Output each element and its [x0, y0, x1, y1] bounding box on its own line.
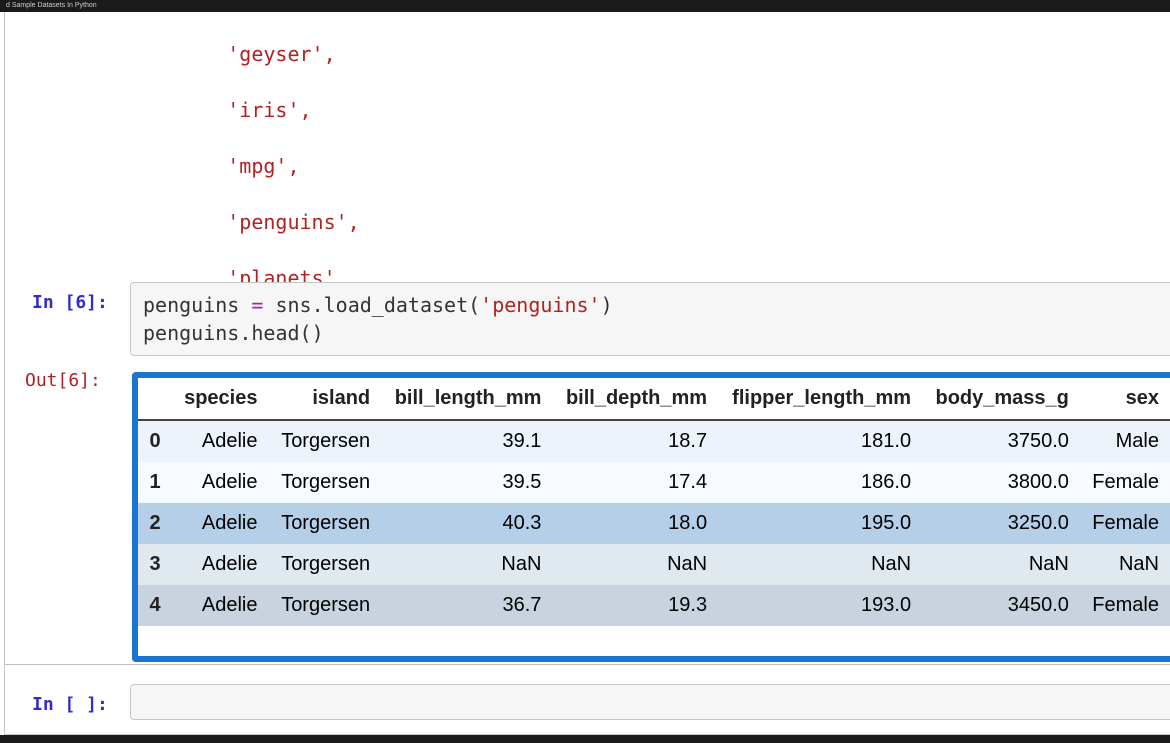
cell: 181.0 [718, 420, 922, 462]
cell: 18.0 [552, 503, 718, 544]
input-prompt-empty: In [ ]: [32, 694, 108, 715]
cell: Torgersen [268, 420, 381, 462]
cell: NaN [718, 544, 922, 585]
code-token: penguins.head() [143, 321, 324, 345]
table-row: 2 Adelie Torgersen 40.3 18.0 195.0 3250.… [138, 503, 1170, 544]
code-token: penguins [143, 293, 239, 317]
list-item: 'iris', [227, 98, 311, 122]
cell: Male [1080, 420, 1170, 462]
cell: 18.7 [552, 420, 718, 462]
cell: 19.3 [552, 585, 718, 626]
cell: NaN [381, 544, 552, 585]
table-row: 0 Adelie Torgersen 39.1 18.7 181.0 3750.… [138, 420, 1170, 462]
row-index: 3 [138, 544, 172, 585]
cell: Torgersen [268, 462, 381, 503]
table-header [138, 378, 172, 420]
window-title: d Sample Datasets In Python [0, 0, 1170, 12]
dataframe-output: species island bill_length_mm bill_depth… [132, 372, 1170, 662]
code-cell-empty[interactable] [130, 684, 1170, 720]
table-header-row: species island bill_length_mm bill_depth… [138, 378, 1170, 420]
code-token: ) [601, 293, 613, 317]
cell: 40.3 [381, 503, 552, 544]
cell: Torgersen [268, 544, 381, 585]
notebook-body: 'geyser', 'iris', 'mpg', 'penguins', 'pl… [0, 12, 1170, 735]
cell: 3750.0 [922, 420, 1080, 462]
row-index: 0 [138, 420, 172, 462]
cell: Torgersen [268, 503, 381, 544]
code-token: = [239, 293, 275, 317]
row-index: 4 [138, 585, 172, 626]
cell: Adelie [172, 544, 269, 585]
cell: Adelie [172, 585, 269, 626]
cell: Torgersen [268, 585, 381, 626]
cell: Female [1080, 462, 1170, 503]
table-header: sex [1080, 378, 1170, 420]
output-prompt-6: Out[6]: [25, 370, 101, 391]
table-header: flipper_length_mm [718, 378, 922, 420]
list-item: 'penguins', [227, 210, 359, 234]
notebook-container: 'geyser', 'iris', 'mpg', 'penguins', 'pl… [4, 12, 1170, 735]
cell: 186.0 [718, 462, 922, 503]
table-header: bill_depth_mm [552, 378, 718, 420]
cell: 39.5 [381, 462, 552, 503]
table-row: 4 Adelie Torgersen 36.7 19.3 193.0 3450.… [138, 585, 1170, 626]
cell-separator [5, 664, 1170, 665]
table-header: body_mass_g [922, 378, 1080, 420]
cell: Adelie [172, 462, 269, 503]
code-token: sns.load_dataset( [275, 293, 480, 317]
table-header: island [268, 378, 381, 420]
row-index: 2 [138, 503, 172, 544]
table-row: 1 Adelie Torgersen 39.5 17.4 186.0 3800.… [138, 462, 1170, 503]
cell: 3450.0 [922, 585, 1080, 626]
cell: 39.1 [381, 420, 552, 462]
cell: Female [1080, 503, 1170, 544]
dataframe-table: species island bill_length_mm bill_depth… [138, 378, 1170, 626]
cell: 3800.0 [922, 462, 1080, 503]
cell: 36.7 [381, 585, 552, 626]
cell: Adelie [172, 420, 269, 462]
list-item: 'geyser', [227, 42, 335, 66]
code-cell-6[interactable]: penguins = sns.load_dataset('penguins') … [130, 282, 1170, 356]
list-item: 'mpg', [227, 154, 299, 178]
row-index: 1 [138, 462, 172, 503]
table-row: 3 Adelie Torgersen NaN NaN NaN NaN NaN [138, 544, 1170, 585]
cell: NaN [552, 544, 718, 585]
cell: Adelie [172, 503, 269, 544]
cell: 193.0 [718, 585, 922, 626]
cell: NaN [922, 544, 1080, 585]
cell: 17.4 [552, 462, 718, 503]
table-header: bill_length_mm [381, 378, 552, 420]
code-token: 'penguins' [480, 293, 600, 317]
cell: NaN [1080, 544, 1170, 585]
input-prompt-6: In [6]: [32, 292, 108, 313]
cell: Female [1080, 585, 1170, 626]
cell: 195.0 [718, 503, 922, 544]
table-header: species [172, 378, 269, 420]
cell: 3250.0 [922, 503, 1080, 544]
